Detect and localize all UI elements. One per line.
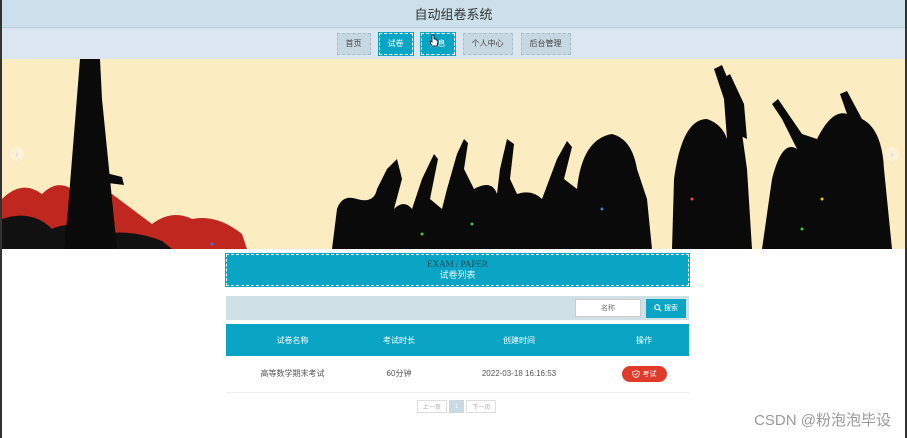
hero-banner: ‹ ›	[2, 59, 905, 249]
app-frame: 自动组卷系统 首页 试卷 信息 个人中心 后台管理	[0, 0, 907, 438]
exam-table: 试卷名称 考试时长 创建时间 操作 高等数学期末考试 60分钟 2022-03-…	[226, 324, 689, 393]
pagination: 上一页 1 下一页	[417, 400, 497, 413]
action-cell: 考试	[599, 356, 689, 393]
banner-next-icon[interactable]: ›	[885, 147, 899, 161]
shield-check-icon	[631, 369, 640, 378]
nav-home[interactable]: 首页	[336, 32, 371, 55]
main-nav: 首页 试卷 信息 个人中心 后台管理	[2, 28, 905, 59]
banner-prev-icon[interactable]: ‹	[10, 147, 24, 161]
nav-admin-label: 后台管理	[529, 39, 562, 48]
crowd-silhouette-image	[2, 59, 892, 249]
exam-paper-section: EXAM / PAPER 试卷列表 搜索 试卷名称 考试时长 创建时间 操作	[225, 253, 690, 393]
search-button-label: 搜索	[664, 305, 678, 312]
nav-exam[interactable]: 试卷	[377, 31, 414, 56]
duration-cell: 60分钟	[359, 356, 439, 393]
section-title-cn: 试卷列表	[439, 270, 476, 280]
table-row: 高等数学期末考试 60分钟 2022-03-18 16:16:53 考试	[226, 356, 689, 393]
take-exam-button[interactable]: 考试	[621, 365, 667, 382]
pager-page-1[interactable]: 1	[449, 400, 465, 413]
section-title-en: EXAM / PAPER	[427, 259, 488, 269]
table-header-row: 试卷名称 考试时长 创建时间 操作	[226, 324, 689, 356]
col-paper-name: 试卷名称	[226, 324, 359, 356]
csdn-watermark: CSDN @粉泡泡毕设	[754, 412, 891, 429]
search-bar: 搜索	[226, 296, 689, 320]
take-exam-label: 考试	[642, 370, 657, 378]
pager-next-button[interactable]: 下一页	[466, 400, 497, 413]
col-duration: 考试时长	[359, 324, 439, 356]
nav-home-label: 首页	[345, 39, 362, 48]
col-created-time: 创建时间	[439, 324, 599, 356]
title-bar: 自动组卷系统	[2, 0, 905, 28]
pager-prev-button[interactable]: 上一页	[417, 400, 448, 413]
paper-name-cell: 高等数学期末考试	[226, 356, 359, 393]
nav-profile-label: 个人中心	[471, 39, 504, 48]
col-action: 操作	[599, 324, 689, 356]
created-time-cell: 2022-03-18 16:16:53	[439, 356, 599, 393]
search-button[interactable]: 搜索	[646, 298, 686, 318]
search-input[interactable]	[575, 299, 641, 317]
nav-exam-label: 试卷	[387, 39, 404, 48]
search-icon	[654, 304, 662, 312]
nav-admin[interactable]: 后台管理	[520, 32, 571, 55]
mouse-cursor-icon	[429, 34, 439, 47]
app-title: 自动组卷系统	[414, 7, 493, 22]
nav-profile[interactable]: 个人中心	[462, 32, 513, 55]
section-header: EXAM / PAPER 试卷列表	[225, 253, 690, 287]
